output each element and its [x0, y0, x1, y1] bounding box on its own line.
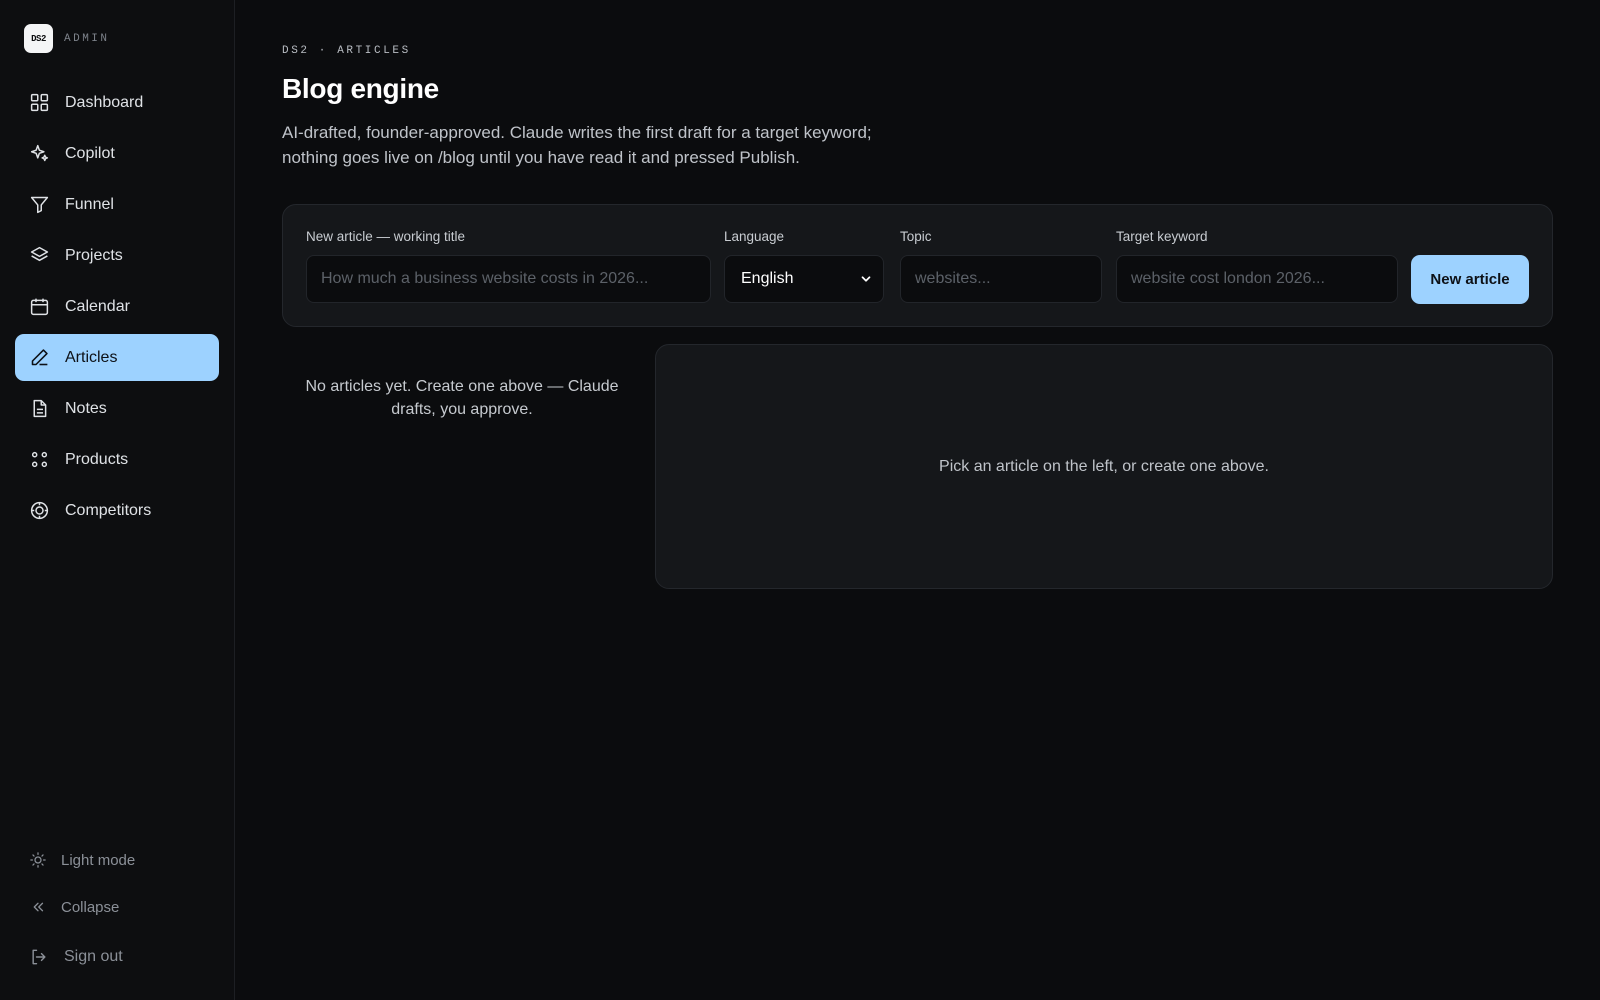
sparkle-icon: [29, 143, 50, 164]
articles-empty-state: No articles yet. Create one above — Clau…: [305, 378, 619, 418]
sidebar: DS2 ADMIN Dashboard Copilot Funnel Proje…: [0, 0, 235, 1000]
brand-label: ADMIN: [64, 32, 110, 45]
funnel-icon: [29, 194, 50, 215]
sidebar-item-dashboard[interactable]: Dashboard: [15, 79, 219, 126]
language-value: English: [741, 270, 794, 287]
sidebar-item-label: Dashboard: [65, 93, 144, 111]
sidebar-item-label: Competitors: [65, 501, 152, 519]
language-label: Language: [724, 229, 785, 244]
light-mode-label: Light mode: [61, 851, 136, 869]
keyword-input[interactable]: [1116, 255, 1398, 303]
layers-icon: [29, 245, 50, 266]
target-icon: [29, 500, 50, 521]
topic-input[interactable]: [900, 255, 1102, 303]
sidebar-item-articles[interactable]: Articles: [15, 334, 219, 381]
calendar-icon: [29, 296, 50, 317]
sidebar-item-copilot[interactable]: Copilot: [15, 130, 219, 177]
dots-grid-icon: [29, 449, 50, 470]
pen-icon: [29, 347, 50, 368]
sidebar-item-label: Funnel: [65, 195, 114, 213]
sidebar-item-label: Articles: [65, 348, 118, 366]
sidebar-item-projects[interactable]: Projects: [15, 232, 219, 279]
sidebar-item-label: Copilot: [65, 144, 115, 162]
logo: DS2: [24, 24, 53, 53]
main-content: DS2 · ARTICLES Blog engine AI-drafted, f…: [282, 0, 1600, 1000]
title-label: New article — working title: [306, 229, 466, 244]
logout-icon: [29, 947, 49, 967]
sidebar-item-competitors[interactable]: Competitors: [15, 487, 219, 534]
new-article-button[interactable]: New article: [1411, 255, 1529, 304]
sidebar-item-notes[interactable]: Notes: [15, 385, 219, 432]
light-mode-toggle[interactable]: Light mode: [15, 840, 219, 880]
keyword-label: Target keyword: [1116, 229, 1208, 244]
document-icon: [29, 398, 50, 419]
topic-label: Topic: [900, 229, 932, 244]
chevron-down-icon: [859, 272, 873, 286]
page-title: Blog engine: [282, 73, 439, 104]
sidebar-item-label: Projects: [65, 246, 123, 264]
sun-icon: [29, 851, 47, 869]
sidebar-item-label: Calendar: [65, 297, 130, 315]
new-article-form: New article — working title Language Eng…: [282, 204, 1553, 327]
sidebar-item-products[interactable]: Products: [15, 436, 219, 483]
collapse-button[interactable]: Collapse: [15, 887, 219, 927]
sidebar-nav: Dashboard Copilot Funnel Projects Calend…: [15, 79, 219, 538]
sign-out-button[interactable]: Sign out: [15, 937, 219, 977]
sidebar-item-label: Notes: [65, 399, 107, 417]
brand[interactable]: DS2 ADMIN: [24, 24, 110, 53]
chevrons-left-icon: [29, 898, 47, 916]
language-select[interactable]: English: [724, 255, 884, 303]
page-description: AI-drafted, founder-approved. Claude wri…: [282, 123, 872, 167]
collapse-label: Collapse: [61, 898, 120, 916]
title-input[interactable]: [306, 255, 711, 303]
sidebar-item-funnel[interactable]: Funnel: [15, 181, 219, 228]
sign-out-label: Sign out: [64, 948, 123, 965]
sidebar-item-calendar[interactable]: Calendar: [15, 283, 219, 330]
breadcrumb: DS2 · ARTICLES: [282, 45, 411, 57]
sidebar-item-label: Products: [65, 450, 129, 468]
article-detail-panel: Pick an article on the left, or create o…: [655, 344, 1553, 589]
grid-icon: [29, 92, 50, 113]
detail-empty-message: Pick an article on the left, or create o…: [939, 457, 1269, 475]
